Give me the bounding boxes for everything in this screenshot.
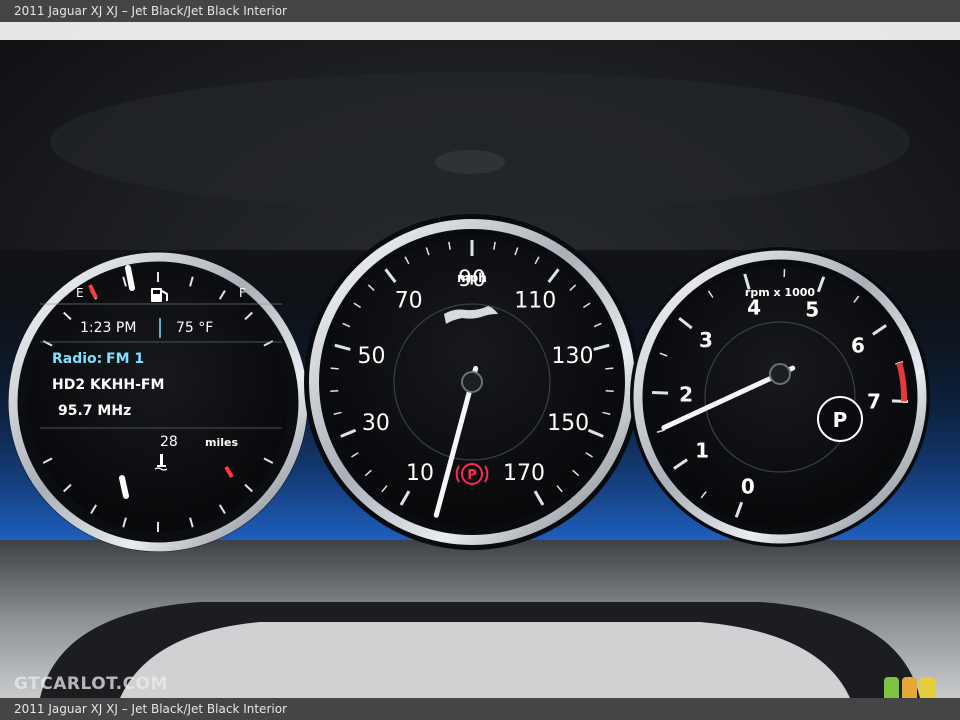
temperature-needle <box>119 475 129 499</box>
speedometer-label: 130 <box>551 344 593 369</box>
tachometer: 0 1 2 3 4 5 6 7 rpm x 1000 P <box>630 247 930 547</box>
tachometer-label: 6 <box>851 333 865 357</box>
tachometer-label: 7 <box>867 389 881 413</box>
orange-light <box>902 677 917 698</box>
speedometer-label: 110 <box>514 288 556 313</box>
radio-frequency: 95.7 MHz <box>58 403 131 419</box>
info-gauge-face <box>28 272 288 532</box>
range-value: 28 <box>160 434 178 450</box>
speedometer-label: 70 <box>395 288 423 313</box>
fuel-full-label: F <box>239 286 246 300</box>
tachometer-hub <box>769 363 791 385</box>
radio-station: HD2 KKHH-FM <box>52 377 164 393</box>
clock-display: 1:23 PM <box>80 320 136 336</box>
speedometer-hub <box>461 371 483 393</box>
caption-top: 2011 Jaguar XJ XJ – Jet Black/Jet Black … <box>0 0 960 22</box>
tachometer-label: 4 <box>747 296 761 320</box>
instrument-cluster-photo: E F 1:23 PM 75 °F Radio: FM 1 HD2 KKHH-F… <box>0 22 960 698</box>
steering-wheel-inner <box>120 622 850 698</box>
window-glare <box>0 22 960 40</box>
gear-letter: P <box>833 408 848 432</box>
sensor-vent <box>435 150 505 174</box>
speedometer-tick <box>330 367 339 370</box>
svg-text:P: P <box>467 468 477 483</box>
yellow-light <box>920 677 935 698</box>
watermark-lights-icon <box>884 677 938 698</box>
speedometer-label: 10 <box>406 461 434 486</box>
green-light <box>884 677 899 698</box>
tachometer-label: 0 <box>741 474 755 498</box>
speedometer-tick <box>605 367 614 370</box>
tachometer-tick <box>652 391 669 395</box>
speedometer-tick <box>605 390 614 393</box>
tachometer-label: 3 <box>699 328 713 352</box>
info-gauge: E F 1:23 PM 75 °F Radio: FM 1 HD2 KKHH-F… <box>8 252 308 552</box>
rpm-unit: rpm x 1000 <box>745 286 815 299</box>
fuel-empty-label: E <box>76 286 84 300</box>
outside-temperature: 75 °F <box>176 320 213 336</box>
radio-band: FM 1 <box>106 351 144 367</box>
instrument-cluster: E F 1:23 PM 75 °F Radio: FM 1 HD2 KKHH-F… <box>0 22 960 698</box>
caption-bottom: 2011 Jaguar XJ XJ – Jet Black/Jet Black … <box>0 698 960 720</box>
cluster-hood <box>50 72 910 212</box>
gear-indicator: P <box>817 396 863 442</box>
radio-label: Radio: <box>52 351 102 367</box>
speedometer-label: 30 <box>362 411 390 436</box>
tachometer-label: 5 <box>805 298 819 322</box>
speed-unit: mph <box>457 271 487 285</box>
tachometer-label: 2 <box>679 383 693 407</box>
speedometer-label: 50 <box>358 344 386 369</box>
speedometer: 1030507090110130150170 mph P <box>304 214 640 550</box>
speedometer-label: 170 <box>503 461 545 486</box>
fuel-needle <box>125 265 135 291</box>
range-unit: miles <box>205 436 238 449</box>
tachometer-label: 1 <box>695 439 709 463</box>
speedometer-label: 150 <box>547 411 589 436</box>
site-watermark: GTCARLOT.COM <box>14 674 168 694</box>
speedometer-tick <box>330 390 339 393</box>
